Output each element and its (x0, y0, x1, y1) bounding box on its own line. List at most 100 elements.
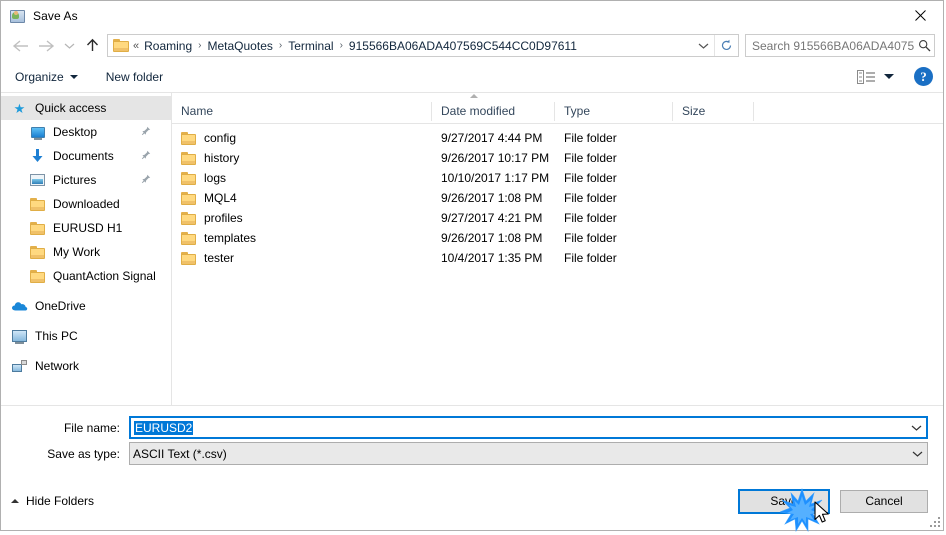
file-name-cell: config (172, 131, 432, 145)
filetype-select[interactable]: ASCII Text (*.csv) (129, 442, 928, 465)
window-title: Save As (33, 8, 78, 23)
sidebar-item-downloaded[interactable]: Downloaded (1, 192, 171, 216)
chevron-down-icon (69, 74, 78, 79)
address-dropdown-button[interactable] (692, 35, 714, 56)
breadcrumb-item-roaming[interactable]: Roaming (141, 39, 195, 53)
network-icon (11, 358, 28, 374)
sidebar-item-pictures[interactable]: Pictures (1, 168, 171, 192)
folder-icon (181, 211, 196, 225)
hide-folders-label: Hide Folders (26, 494, 95, 508)
file-type: File folder (564, 191, 617, 205)
breadcrumb-separator[interactable]: › (276, 40, 285, 51)
chevron-down-icon (698, 43, 708, 49)
table-row[interactable]: MQL4 9/26/2017 1:08 PM File folder (172, 188, 943, 208)
save-form: File name: EURUSD2 Save as type: ASCII T… (1, 406, 943, 472)
forward-arrow-icon (38, 39, 54, 52)
breadcrumb-separator[interactable]: › (337, 40, 346, 51)
chevron-down-icon (884, 74, 894, 79)
file-name-cell: MQL4 (172, 191, 432, 205)
file-name-cell: logs (172, 171, 432, 185)
table-row[interactable]: tester 10/4/2017 1:35 PM File folder (172, 248, 943, 268)
sidebar-item-network[interactable]: Network (1, 354, 171, 378)
change-view-button[interactable] (857, 69, 894, 84)
chevron-up-icon (11, 499, 19, 503)
sidebar-item-label: Network (35, 359, 80, 373)
filetype-row: Save as type: ASCII Text (*.csv) (16, 442, 928, 465)
resize-grip[interactable] (928, 515, 940, 527)
file-date: 9/26/2017 1:08 PM (441, 191, 543, 205)
file-type: File folder (564, 231, 617, 245)
close-button[interactable] (897, 1, 943, 30)
cancel-button[interactable]: Cancel (840, 489, 928, 513)
pin-icon[interactable] (141, 125, 151, 139)
sidebar-item-this-pc[interactable]: This PC (1, 324, 171, 348)
refresh-button[interactable] (714, 35, 738, 56)
column-header-name[interactable]: Name (172, 101, 432, 121)
sidebar-item-desktop[interactable]: Desktop (1, 120, 171, 144)
sidebar-item-quick-access[interactable]: ★ Quick access (1, 96, 171, 120)
folder-icon (29, 268, 46, 284)
sidebar-item-quantaction-signal[interactable]: QuantAction Signal (1, 264, 171, 288)
back-button[interactable] (7, 33, 33, 59)
folder-icon (181, 251, 196, 265)
breadcrumb-item-metaquotes[interactable]: MetaQuotes (205, 39, 276, 53)
up-arrow-icon (86, 38, 98, 51)
sidebar-item-label: EURUSD H1 (53, 221, 123, 235)
help-label: ? (920, 68, 927, 84)
file-type: File folder (564, 211, 617, 225)
desktop-icon (29, 124, 46, 140)
sidebar-item-onedrive[interactable]: OneDrive (1, 294, 171, 318)
file-date: 9/27/2017 4:21 PM (441, 211, 543, 225)
breadcrumb-separator[interactable]: › (195, 40, 204, 51)
breadcrumb-item-guid[interactable]: 915566BA06ADA407569C544CC0D97611 (346, 39, 580, 53)
filetype-dropdown-button[interactable] (907, 450, 927, 458)
help-button[interactable]: ? (914, 67, 933, 86)
file-type: File folder (564, 131, 617, 145)
navigation-bar: « Roaming › MetaQuotes › Terminal › 9155… (1, 30, 943, 61)
new-folder-label: New folder (105, 69, 164, 84)
folder-icon (181, 231, 196, 245)
sidebar-item-my-work[interactable]: My Work (1, 240, 171, 264)
file-name-cell: history (172, 151, 432, 165)
folder-icon (29, 244, 46, 260)
pin-icon[interactable] (141, 173, 151, 187)
file-rows: config 9/27/2017 4:44 PM File folder his… (172, 124, 943, 405)
table-row[interactable]: config 9/27/2017 4:44 PM File folder (172, 128, 943, 148)
forward-button[interactable] (33, 33, 59, 59)
sidebar-item-label: Documents (53, 149, 114, 163)
file-name: config (204, 131, 237, 145)
hide-folders-button[interactable]: Hide Folders (11, 494, 94, 508)
filename-dropdown-button[interactable] (906, 424, 926, 432)
dialog-footer: Hide Folders Save Cancel (1, 472, 943, 530)
sidebar-item-eurusd-h1[interactable]: EURUSD H1 (1, 216, 171, 240)
table-row[interactable]: profiles 9/27/2017 4:21 PM File folder (172, 208, 943, 228)
new-folder-button[interactable]: New folder (106, 70, 163, 84)
command-bar: Organize New folder ? (1, 61, 943, 93)
table-row[interactable]: logs 10/10/2017 1:17 PM File folder (172, 168, 943, 188)
breadcrumb-overflow[interactable]: « (133, 40, 141, 52)
folder-icon (181, 151, 196, 165)
breadcrumb-item-terminal[interactable]: Terminal (285, 39, 336, 53)
column-header-date-modified[interactable]: Date modified (432, 101, 555, 121)
file-date: 9/26/2017 1:08 PM (441, 231, 543, 245)
save-button[interactable]: Save (738, 488, 830, 514)
search-input[interactable]: Search 915566BA06ADA40756... (745, 34, 935, 57)
column-header-type[interactable]: Type (555, 101, 673, 121)
sidebar-item-documents[interactable]: Documents (1, 144, 171, 168)
file-name: logs (204, 171, 227, 185)
column-header-size[interactable]: Size (673, 101, 754, 121)
filename-input[interactable]: EURUSD2 (129, 416, 928, 439)
file-name: MQL4 (204, 191, 237, 205)
sidebar-item-label: QuantAction Signal (53, 269, 156, 283)
file-type: File folder (564, 171, 617, 185)
pin-icon[interactable] (141, 149, 151, 163)
folder-icon (181, 171, 196, 185)
organize-button[interactable]: Organize (15, 70, 78, 84)
table-row[interactable]: templates 9/26/2017 1:08 PM File folder (172, 228, 943, 248)
address-bar[interactable]: « Roaming › MetaQuotes › Terminal › 9155… (107, 34, 739, 57)
table-row[interactable]: history 9/26/2017 10:17 PM File folder (172, 148, 943, 168)
up-button[interactable] (79, 33, 105, 59)
recent-locations-button[interactable] (59, 33, 79, 59)
file-name: tester (204, 251, 235, 265)
chevron-down-icon (64, 43, 74, 49)
